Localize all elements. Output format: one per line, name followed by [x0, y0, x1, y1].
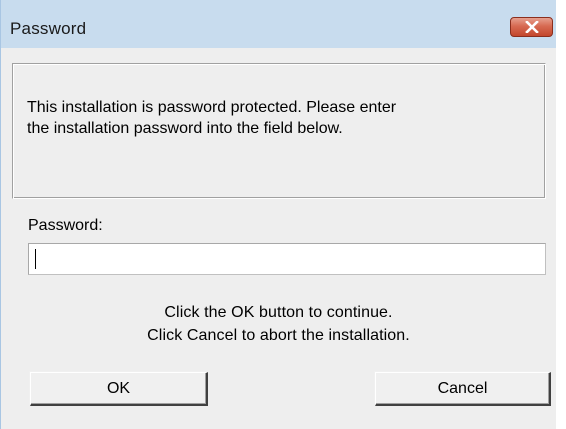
password-dialog: Password This installation is password p… [0, 0, 566, 429]
text-caret [35, 249, 36, 269]
info-message-line-1: This installation is password protected.… [27, 99, 397, 116]
info-message-line-2: the installation password into the field… [27, 120, 343, 137]
info-message: This installation is password protected.… [27, 97, 547, 139]
title-bar[interactable]: Password [1, 0, 556, 48]
password-label: Password: [28, 217, 103, 234]
hint-continue: Click the OK button to continue. [164, 304, 393, 321]
close-icon [525, 21, 539, 33]
password-input[interactable] [28, 243, 546, 275]
close-button[interactable] [510, 17, 553, 37]
window-title: Password [10, 19, 87, 38]
hint-cancel: Click Cancel to abort the installation. [147, 327, 410, 344]
cancel-button[interactable]: Cancel [375, 372, 551, 406]
ok-button[interactable]: OK [30, 372, 208, 406]
